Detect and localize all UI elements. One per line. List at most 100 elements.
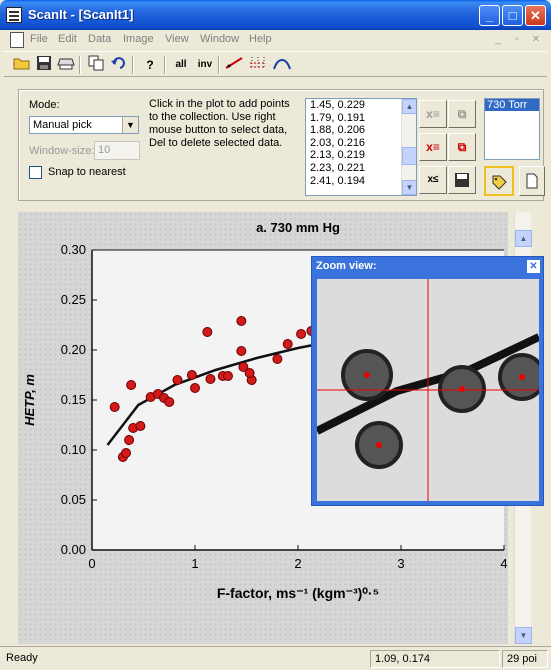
document-icon[interactable] <box>10 32 24 48</box>
save-points-button[interactable] <box>448 166 476 194</box>
zoom-pick-dot <box>519 374 525 380</box>
data-point-marker[interactable] <box>236 316 247 326</box>
copy-points-button[interactable]: ⧉ <box>448 100 476 128</box>
grid-tool-icon[interactable] <box>248 55 268 75</box>
status-text: Ready <box>6 652 38 664</box>
list-item[interactable]: 2.03, 0.216 <box>306 137 416 150</box>
data-point-marker[interactable] <box>222 371 233 381</box>
mdi-minimize-icon[interactable]: _ <box>491 34 505 46</box>
data-point-marker[interactable] <box>135 421 146 431</box>
line-tool-icon[interactable] <box>224 55 244 75</box>
data-point-marker[interactable] <box>186 370 197 380</box>
list-item[interactable]: 2.13, 0.219 <box>306 149 416 162</box>
list-scrollbar[interactable]: ▲ ▼ <box>401 99 416 195</box>
data-point-marker[interactable] <box>244 368 255 378</box>
list-item[interactable]: 1.79, 0.191 <box>306 112 416 125</box>
mode-value: Manual pick <box>33 119 92 131</box>
open-folder-icon[interactable] <box>12 55 32 75</box>
chart-title: a. 730 mm Hg <box>256 220 340 235</box>
list-item[interactable]: 1.45, 0.229 <box>306 99 416 112</box>
collection-item[interactable]: 730 Torr <box>485 99 539 111</box>
x-tick-label: 4 <box>500 556 507 571</box>
menu-view[interactable]: View <box>165 33 189 45</box>
copy-icon[interactable] <box>86 55 106 75</box>
scroll-down-icon[interactable]: ▼ <box>515 627 532 644</box>
scroll-down-icon[interactable]: ▼ <box>402 180 416 195</box>
snap-checkbox[interactable] <box>29 166 42 179</box>
window-size-stepper[interactable]: 10 <box>94 141 140 160</box>
zoom-title: Zoom view: <box>316 260 377 272</box>
menu-edit[interactable]: Edit <box>58 33 77 45</box>
menu-data[interactable]: Data <box>88 33 111 45</box>
toolbar-separator <box>218 56 220 74</box>
x-tick-label: 0 <box>88 556 95 571</box>
delete-point-button[interactable]: x≡ <box>419 100 447 128</box>
data-point-marker[interactable] <box>296 329 307 339</box>
mode-select[interactable]: Manual pick ▼ <box>29 116 139 134</box>
copy-all-button[interactable]: ⧉ <box>448 133 476 161</box>
window-title: ScanIt - [ScanIt1] <box>28 7 134 22</box>
toolbar-separator <box>79 56 81 74</box>
snap-label: Snap to nearest <box>48 166 126 178</box>
menu-help[interactable]: Help <box>249 33 272 45</box>
menu-image[interactable]: Image <box>123 33 154 45</box>
chevron-down-icon[interactable]: ▼ <box>122 117 138 133</box>
help-icon[interactable]: ? <box>140 55 160 75</box>
y-tick-label: 0.25 <box>61 292 86 307</box>
undo-icon[interactable] <box>108 55 128 75</box>
help-text: Click in the plot to add points to the c… <box>149 98 290 149</box>
scroll-thumb[interactable] <box>402 147 416 165</box>
app-icon <box>6 7 22 23</box>
data-point-marker[interactable] <box>164 397 175 407</box>
select-all-button[interactable]: all <box>170 55 192 75</box>
toolbar: ? all inv <box>4 51 547 77</box>
list-item[interactable]: 2.41, 0.194 <box>306 175 416 188</box>
scroll-up-icon[interactable]: ▲ <box>515 230 532 247</box>
data-point-marker[interactable] <box>205 374 216 384</box>
cursor-coordinates: 1.09, 0.174 <box>370 650 500 668</box>
sort-button[interactable]: x≤ <box>419 166 447 194</box>
toolbar-separator <box>164 56 166 74</box>
x-tick-label: 2 <box>294 556 301 571</box>
close-button[interactable]: ✕ <box>525 5 546 26</box>
minimize-button[interactable]: _ <box>479 5 500 26</box>
scroll-up-icon[interactable]: ▲ <box>402 99 416 114</box>
data-point-marker[interactable] <box>109 402 120 412</box>
delete-all-button[interactable]: x≡ <box>419 133 447 161</box>
data-point-marker[interactable] <box>236 346 247 356</box>
collection-list[interactable]: 730 Torr <box>484 98 540 160</box>
window-size-label: Window-size: <box>29 145 95 157</box>
data-point-marker[interactable] <box>126 380 137 390</box>
data-point-marker[interactable] <box>282 339 293 349</box>
zoom-pick-dot <box>364 372 370 378</box>
menu-file[interactable]: File <box>30 33 48 45</box>
curve-tool-icon[interactable] <box>272 55 292 75</box>
y-tick-label: 0.30 <box>61 242 86 257</box>
list-item[interactable]: 2.23, 0.221 <box>306 162 416 175</box>
tag-button[interactable] <box>484 166 514 196</box>
data-point-marker[interactable] <box>202 327 213 337</box>
data-point-marker[interactable] <box>272 354 283 364</box>
mode-label: Mode: <box>29 99 60 111</box>
data-point-marker[interactable] <box>124 435 135 445</box>
maximize-button[interactable]: □ <box>502 5 523 26</box>
zoom-window[interactable]: Zoom view: ✕ <box>311 256 544 506</box>
control-panel: Mode: Manual pick ▼ Window-size: 10 Snap… <box>18 89 545 201</box>
data-point-marker[interactable] <box>120 448 131 458</box>
menu-window[interactable]: Window <box>200 33 239 45</box>
mdi-restore-icon[interactable]: ▫ <box>510 34 524 46</box>
points-list[interactable]: 1.45, 0.229 1.79, 0.191 1.88, 0.206 2.03… <box>305 98 417 196</box>
list-item[interactable]: 1.88, 0.206 <box>306 124 416 137</box>
zoom-close-button[interactable]: ✕ <box>527 260 540 273</box>
zoom-image <box>317 279 539 501</box>
mdi-close-icon[interactable]: ✕ <box>529 34 543 46</box>
new-collection-button[interactable] <box>519 166 545 196</box>
save-icon[interactable] <box>34 55 54 75</box>
data-point-marker[interactable] <box>190 383 200 393</box>
mdi-buttons: _ ▫ ✕ <box>489 33 543 46</box>
y-tick-label: 0.10 <box>61 442 86 457</box>
toolbar-separator <box>132 56 134 74</box>
print-icon[interactable] <box>56 55 76 75</box>
data-point-marker[interactable] <box>172 375 183 385</box>
invert-selection-button[interactable]: inv <box>194 55 216 75</box>
